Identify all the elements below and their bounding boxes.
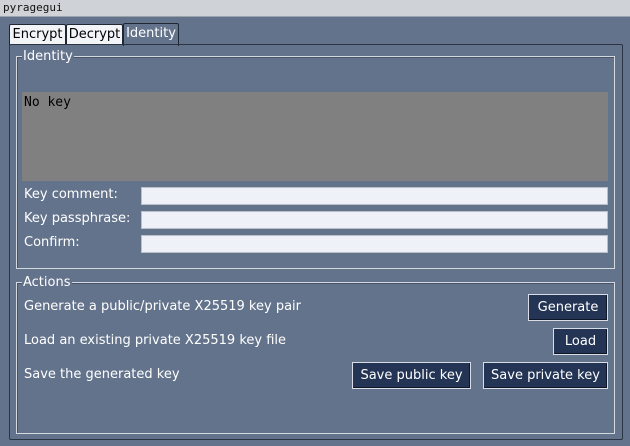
identity-frame-label: Identity bbox=[22, 49, 74, 64]
save-public-key-button[interactable]: Save public key bbox=[352, 362, 471, 389]
title-bar: pyragegui bbox=[0, 0, 630, 17]
load-description: Load an existing private X25519 key file bbox=[24, 333, 287, 348]
tab-decrypt[interactable]: Decrypt bbox=[66, 24, 123, 45]
confirm-passphrase-field[interactable] bbox=[141, 235, 608, 253]
load-button[interactable]: Load bbox=[553, 328, 608, 355]
key-display-text: No key bbox=[24, 95, 71, 110]
generate-description: Generate a public/private X25519 key pai… bbox=[24, 299, 301, 314]
confirm-label: Confirm: bbox=[24, 235, 80, 250]
tab-encrypt[interactable]: Encrypt bbox=[9, 24, 66, 45]
actions-frame-label: Actions bbox=[22, 275, 72, 290]
generate-button[interactable]: Generate bbox=[528, 294, 608, 321]
key-comment-label: Key comment: bbox=[24, 187, 118, 202]
key-comment-field[interactable] bbox=[141, 187, 608, 205]
tab-identity[interactable]: Identity bbox=[123, 23, 179, 46]
key-passphrase-label: Key passphrase: bbox=[24, 211, 131, 226]
key-passphrase-field[interactable] bbox=[141, 211, 608, 229]
key-display: No key bbox=[22, 92, 608, 181]
save-description: Save the generated key bbox=[24, 367, 180, 382]
save-private-key-button[interactable]: Save private key bbox=[483, 362, 608, 389]
window-title: pyragegui bbox=[3, 1, 63, 14]
